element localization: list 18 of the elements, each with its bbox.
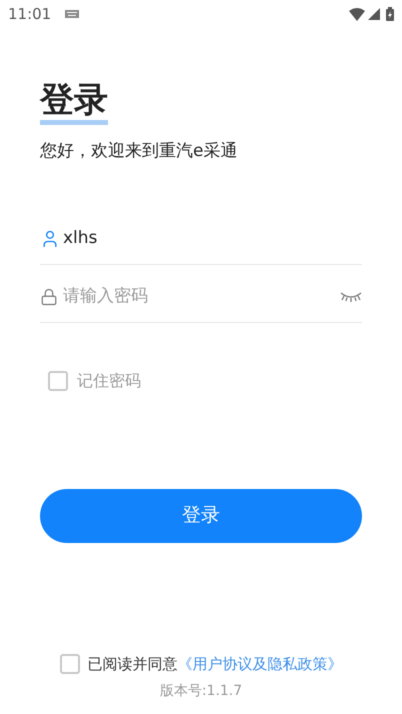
login-button[interactable]: 登录 (40, 488, 362, 542)
checkbox[interactable] (60, 654, 80, 674)
battery-icon (386, 7, 394, 21)
agreement-link[interactable]: 《用户协议及隐私政策》 (178, 654, 342, 672)
wifi-icon (349, 8, 365, 20)
version-text: 版本号:1.1.7 (158, 682, 244, 701)
password-field[interactable]: 请输入密码 (63, 284, 340, 310)
keyboard-icon (65, 10, 80, 18)
closed-eye-icon[interactable] (340, 292, 362, 302)
remember-label: 记住密码 (77, 370, 141, 392)
agreement-text: 已阅读并同意《用户协议及隐私政策》 (88, 654, 342, 674)
page-title: 登录 (40, 80, 108, 125)
checkbox[interactable] (48, 370, 68, 390)
signal-icon (368, 8, 380, 20)
welcome-text: 您好，欢迎来到重汽e采通 (40, 140, 238, 163)
lock-icon (40, 288, 58, 306)
status-time: 11:01 (8, 4, 52, 25)
username-field[interactable]: xlhs (63, 226, 362, 252)
